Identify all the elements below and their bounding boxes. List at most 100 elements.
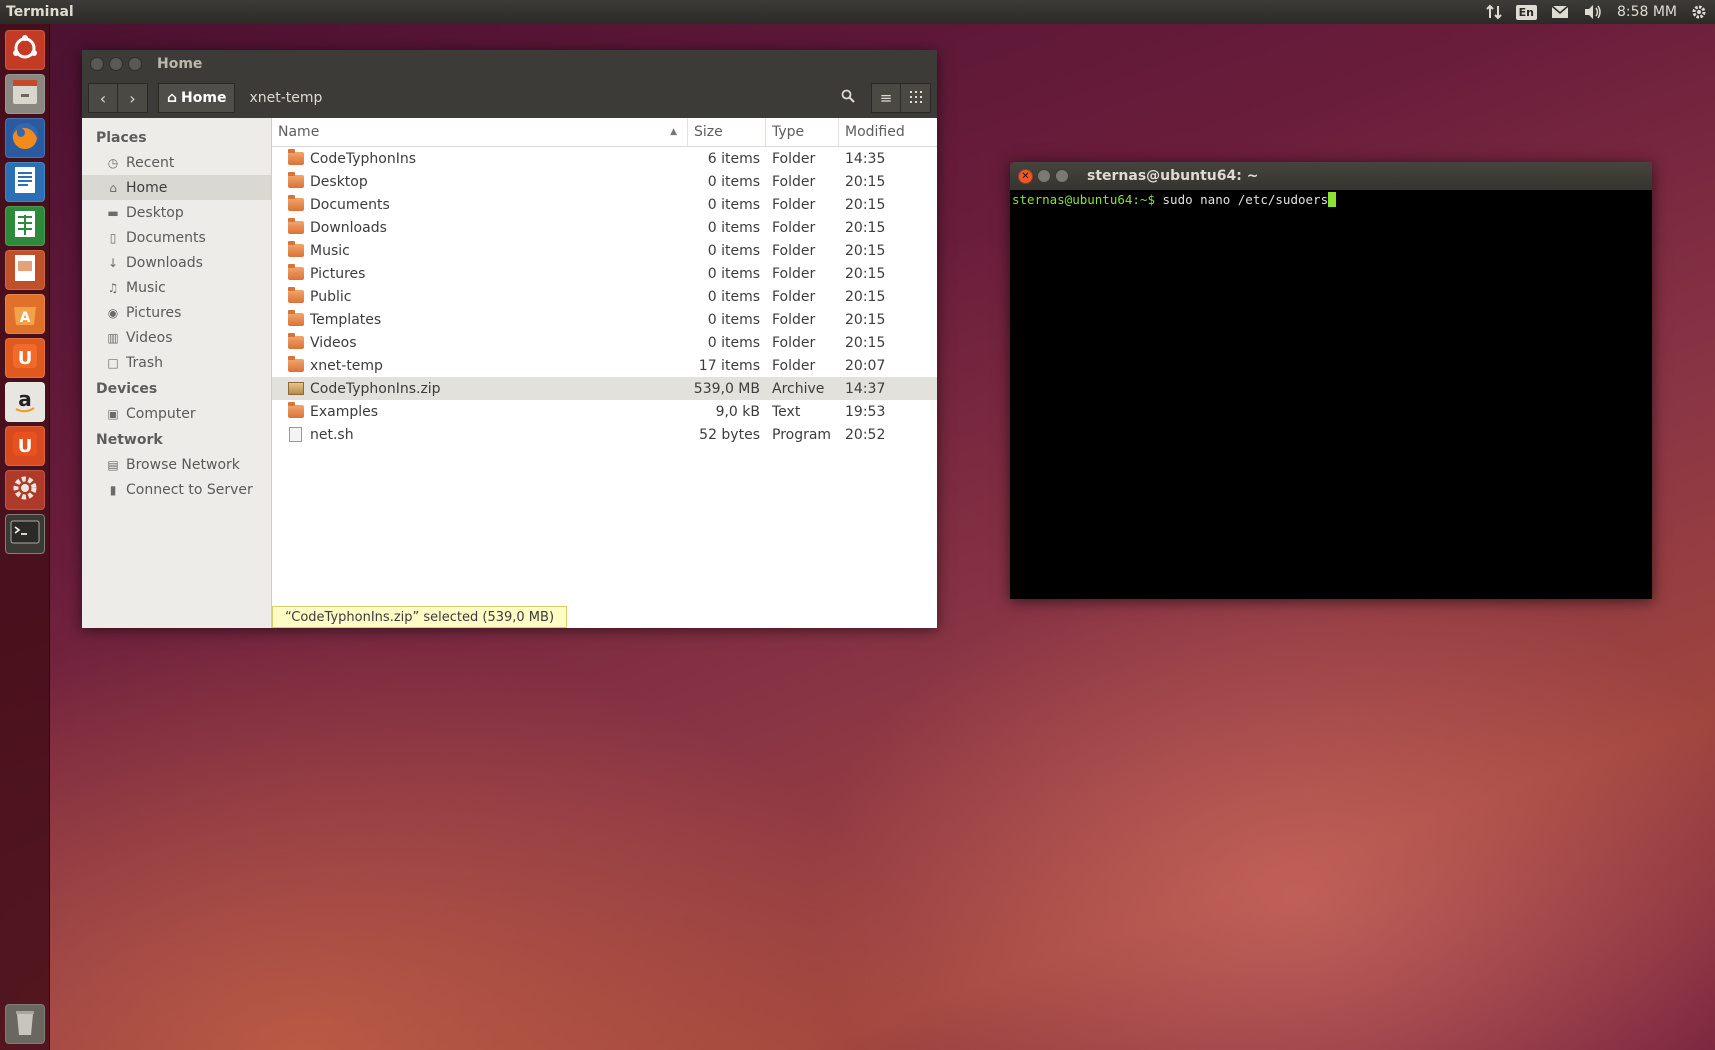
file-name-cell: Examples [272, 402, 688, 420]
system-settings-button[interactable] [5, 470, 45, 510]
sidebar-heading-places: Places [96, 130, 147, 146]
terminal-icon [8, 515, 42, 553]
search-button[interactable] [833, 83, 863, 113]
folder-icon [288, 310, 304, 326]
file-name: Pictures [310, 265, 366, 282]
file-modified: 20:15 [845, 173, 886, 190]
amazon-button[interactable]: a [5, 382, 45, 422]
close-icon[interactable] [90, 57, 104, 71]
sidebar-item-desktop[interactable]: ▬ Desktop [82, 200, 271, 225]
file-row[interactable]: Documents 0 items Folder 20:15 [272, 193, 937, 216]
software-center-button[interactable]: A [5, 294, 45, 334]
list-view-button[interactable]: ≡ [871, 83, 901, 113]
file-row[interactable]: Public 0 items Folder 20:15 [272, 285, 937, 308]
file-type: Folder [772, 334, 816, 351]
writer-button[interactable] [5, 162, 45, 202]
sidebar-item-label: Downloads [126, 254, 203, 271]
file-name: Documents [310, 196, 390, 213]
maximize-icon[interactable] [128, 57, 142, 71]
file-name: CodeTyphonIns.zip [310, 380, 441, 397]
file-row[interactable]: xnet-temp 17 items Folder 20:07 [272, 354, 937, 377]
file-modified: 20:15 [845, 265, 886, 282]
file-name: Examples [310, 403, 379, 420]
file-size: 9,0 kB [715, 403, 760, 420]
mail-icon[interactable] [1551, 5, 1569, 19]
column-header-row: Name ▲ Size Type Modified [272, 118, 937, 147]
ubuntu-dash-button[interactable] [5, 30, 45, 70]
file-name-cell: Public [272, 287, 688, 305]
file-modified: 20:15 [845, 242, 886, 259]
ubuntu-one-button[interactable]: U [5, 338, 45, 378]
music-icon: ♫ [107, 280, 119, 295]
calc-button[interactable] [5, 206, 45, 246]
breadcrumb-home[interactable]: ⌂ Home [158, 83, 236, 113]
file-row[interactable]: Pictures 0 items Folder 20:15 [272, 262, 937, 285]
sidebar-item-label: Videos [126, 329, 173, 346]
maximize-icon[interactable] [1055, 169, 1069, 183]
file-rows: CodeTyphonIns 6 items Folder 14:35 Desktop 0 … [272, 147, 937, 446]
folder-icon [288, 287, 304, 303]
file-row[interactable]: Desktop 0 items Folder 20:15 [272, 170, 937, 193]
sidebar-item-music[interactable]: ♫ Music [82, 275, 271, 300]
terminal-titlebar[interactable]: ✕ sternas@ubuntu64: ~ [1010, 162, 1652, 190]
sidebar-item-home[interactable]: ⌂ Home [82, 175, 271, 200]
file-size: 0 items [707, 196, 760, 213]
close-icon[interactable]: ✕ [1018, 168, 1033, 184]
file-modified: 14:37 [845, 380, 886, 397]
column-header-type[interactable]: Type [766, 118, 839, 146]
sidebar-item-recent[interactable]: ◷ Recent [82, 150, 271, 175]
file-name-cell: Videos [272, 333, 688, 351]
sidebar-item-label: Browse Network [126, 456, 240, 473]
back-button[interactable]: ‹ [88, 83, 118, 113]
top-panel: Terminal En 8:58 MM [0, 0, 1715, 24]
forward-button[interactable]: › [118, 83, 148, 113]
volume-icon[interactable] [1583, 4, 1603, 20]
keyboard-layout-indicator[interactable]: En [1515, 4, 1537, 20]
breadcrumb-xnet-temp[interactable]: xnet-temp [249, 90, 322, 106]
folder-icon [288, 402, 304, 418]
column-header-modified[interactable]: Modified [839, 118, 937, 146]
computer-icon: ▣ [107, 406, 119, 421]
grid-view-button[interactable] [901, 83, 931, 113]
sidebar-item-computer[interactable]: ▣ Computer [82, 401, 271, 426]
network-arrows-icon[interactable] [1485, 4, 1502, 20]
file-size: 6 items [707, 150, 760, 167]
sidebar-heading-devices: Devices [96, 381, 158, 397]
file-row[interactable]: Templates 0 items Folder 20:15 [272, 308, 937, 331]
sidebar-item-videos[interactable]: ▥ Videos [82, 325, 271, 350]
sidebar-item-documents[interactable]: ▯ Documents [82, 225, 271, 250]
column-header-size[interactable]: Size [688, 118, 766, 146]
file-manager-titlebar[interactable]: Home [82, 50, 937, 78]
clock[interactable]: 8:58 MM [1617, 4, 1677, 20]
sidebar-item-trash[interactable]: □ Trash [82, 350, 271, 375]
terminal-output[interactable]: sternas@ubuntu64:~$ sudo nano /etc/sudoe… [1010, 190, 1652, 599]
sidebar: Places ◷ Recent ⌂ Home ▬ Desktop ▯ Documents… [82, 118, 272, 628]
chevron-right-icon: › [129, 88, 136, 108]
sidebar-item-label: Connect to Server [126, 481, 253, 498]
sidebar-item-connect-server[interactable]: ▮ Connect to Server [82, 477, 271, 502]
column-header-name[interactable]: Name ▲ [272, 118, 688, 146]
sidebar-item-browse-network[interactable]: ▤ Browse Network [82, 452, 271, 477]
files-button[interactable] [5, 74, 45, 114]
sidebar-item-downloads[interactable]: ↓ Downloads [82, 250, 271, 275]
impress-button[interactable] [5, 250, 45, 290]
file-row[interactable]: Examples 9,0 kB Text 19:53 [272, 400, 937, 423]
file-row[interactable]: Music 0 items Folder 20:15 [272, 239, 937, 262]
ubuntu-one-music-button[interactable]: U [5, 426, 45, 466]
file-type: Folder [772, 357, 816, 374]
launcher: A U a U [0, 24, 50, 1050]
file-row[interactable]: Videos 0 items Folder 20:15 [272, 331, 937, 354]
file-modified: 14:35 [845, 150, 886, 167]
minimize-icon[interactable] [109, 57, 123, 71]
firefox-button[interactable] [5, 118, 45, 158]
folder-icon [288, 264, 304, 280]
gear-icon[interactable] [1691, 4, 1707, 20]
terminal-button[interactable] [5, 514, 45, 554]
trash-button[interactable] [5, 1004, 45, 1044]
file-row[interactable]: CodeTyphonIns.zip 539,0 MB Archive 14:37 [272, 377, 937, 400]
file-row[interactable]: Downloads 0 items Folder 20:15 [272, 216, 937, 239]
file-row[interactable]: net.sh 52 bytes Program 20:52 [272, 423, 937, 446]
minimize-icon[interactable] [1037, 169, 1051, 183]
sidebar-item-pictures[interactable]: ◉ Pictures [82, 300, 271, 325]
file-row[interactable]: CodeTyphonIns 6 items Folder 14:35 [272, 147, 937, 170]
